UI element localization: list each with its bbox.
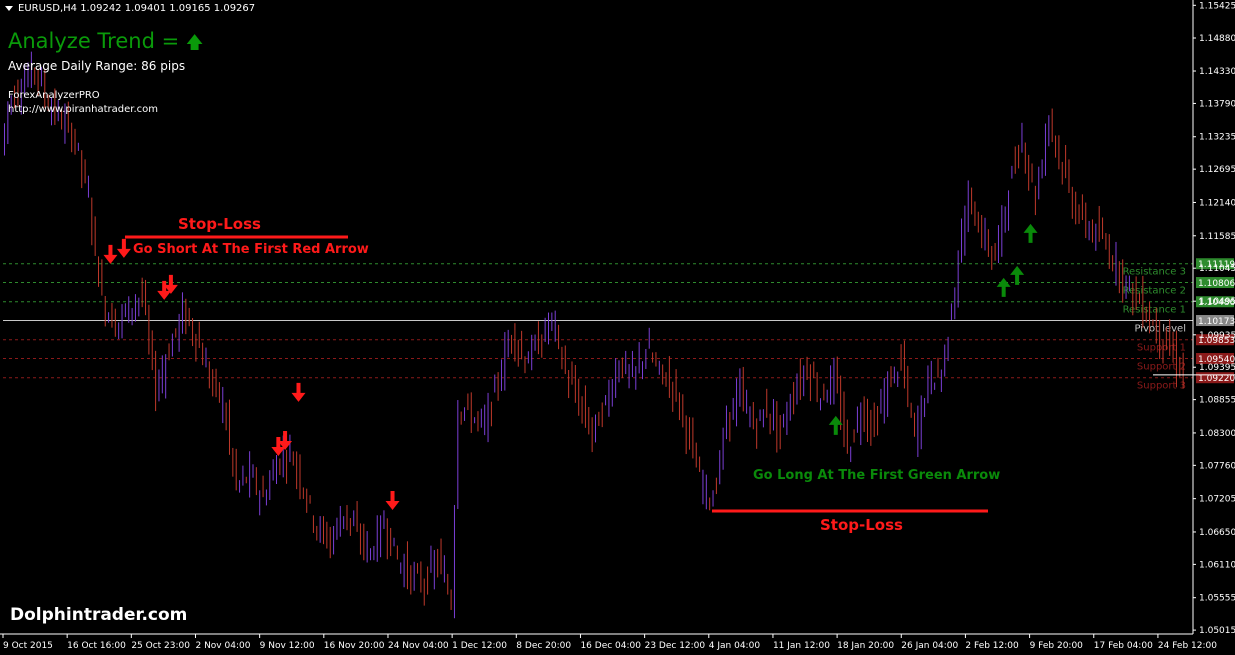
- sell-arrow-icon: [116, 238, 131, 258]
- price-tick-label: 1.06110: [1199, 560, 1235, 570]
- price-tick-label: 1.14330: [1199, 67, 1235, 77]
- time-tick-label: 17 Feb 04:00: [1094, 641, 1153, 651]
- time-tick-label: 26 Jan 04:00: [901, 641, 958, 651]
- time-tick-label: 9 Nov 12:00: [260, 641, 315, 651]
- level-label: Pivot level: [1134, 324, 1186, 335]
- level-price-text: 1.10173: [1198, 317, 1235, 327]
- level-label: Support 1: [1137, 343, 1186, 354]
- level-label: Resistance 1: [1123, 305, 1186, 316]
- chart-window[interactable]: Resistance 3 1.11119 Resistance 2 1.10806 Re…: [0, 0, 1235, 655]
- price-tick-label: 1.15425: [1199, 1, 1235, 11]
- price-tick-label: 1.11045: [1199, 264, 1235, 274]
- chart-menu-triangle-icon[interactable]: [5, 6, 13, 11]
- time-tick-label: 11 Jan 12:00: [773, 641, 830, 651]
- level-label: Resistance 2: [1123, 286, 1186, 297]
- time-tick-label: 2 Feb 12:00: [965, 641, 1019, 651]
- long-entry-label: Go Long At The First Green Arrow: [753, 468, 1001, 483]
- level-label: Support 2: [1137, 362, 1186, 373]
- trend-text: Analyze Trend =: [8, 29, 186, 53]
- time-tick-label: 24 Nov 04:00: [388, 641, 449, 651]
- time-tick-label: 16 Dec 04:00: [580, 641, 641, 651]
- level-label: Support 3: [1137, 381, 1186, 392]
- time-tick-label: 16 Oct 16:00: [67, 641, 126, 651]
- level-price-text: 1.09220: [1198, 374, 1235, 384]
- price-tick-label: 1.10495: [1199, 297, 1235, 307]
- sell-arrow-icon-shape: [103, 244, 118, 264]
- price-chart[interactable]: Resistance 31.11119Resistance 21.10806Re…: [0, 0, 1235, 655]
- trend-label: Analyze Trend = 🡅: [8, 29, 203, 59]
- watermark: Dolphintrader.com: [10, 605, 188, 625]
- sell-arrow-icon: [385, 490, 400, 510]
- sell-arrow-icon-shape: [385, 490, 400, 510]
- indicator-brand: ForexAnalyzerPRO: [8, 90, 100, 101]
- price-tick-label: 1.07205: [1199, 495, 1235, 505]
- price-tick-label: 1.06650: [1199, 528, 1235, 538]
- price-tick-label: 1.12695: [1199, 165, 1235, 175]
- sell-arrow-icon: [103, 244, 118, 264]
- sell-arrow-icon-shape: [116, 238, 131, 258]
- time-tick-label: 1 Dec 12:00: [452, 641, 507, 651]
- average-daily-range: Average Daily Range: 86 pips: [8, 59, 186, 73]
- time-tick-label: 4 Jan 04:00: [709, 641, 761, 651]
- level-price-text: 1.10806: [1198, 279, 1235, 289]
- buy-arrow-icon: [1023, 223, 1038, 243]
- price-tick-label: 1.14880: [1199, 34, 1235, 44]
- price-tick-label: 1.13790: [1199, 99, 1235, 109]
- buy-arrow-icon: [996, 277, 1011, 297]
- price-tick-label: 1.13235: [1199, 133, 1235, 143]
- price-tick-label: 1.05555: [1199, 594, 1235, 604]
- buy-arrow-icon-shape: [996, 277, 1011, 297]
- level-label: Resistance 3: [1123, 267, 1186, 278]
- time-tick-label: 2 Nov 04:00: [195, 641, 250, 651]
- price-tick-label: 1.11585: [1199, 232, 1235, 242]
- time-tick-label: 9 Oct 2015: [3, 641, 53, 651]
- price-tick-label: 1.07760: [1199, 461, 1235, 471]
- price-tick-label: 1.08855: [1199, 396, 1235, 406]
- buy-arrow-icon-shape: [1023, 223, 1038, 243]
- price-tick-label: 1.12140: [1199, 198, 1235, 208]
- time-tick-label: 24 Feb 12:00: [1158, 641, 1217, 651]
- symbol-ohlc-label: EURUSD,H4 1.09242 1.09401 1.09165 1.0926…: [18, 3, 256, 14]
- price-tick-label: 1.05015: [1199, 626, 1235, 636]
- time-tick-label: 23 Dec 12:00: [645, 641, 706, 651]
- indicator-url: http://www.piranhatrader.com: [8, 104, 158, 115]
- sell-arrow-icon: [291, 382, 306, 402]
- time-tick-label: 9 Feb 20:00: [1030, 641, 1084, 651]
- price-tick-label: 1.08300: [1199, 429, 1235, 439]
- time-tick-label: 8 Dec 20:00: [516, 641, 571, 651]
- time-tick-label: 25 Oct 23:00: [131, 641, 190, 651]
- long-stop-loss-label: Stop-Loss: [820, 516, 903, 534]
- time-tick-label: 16 Nov 20:00: [324, 641, 385, 651]
- sell-arrow-icon-shape: [291, 382, 306, 402]
- short-entry-label: Go Short At The First Red Arrow: [133, 242, 369, 257]
- price-tick-label: 1.09395: [1199, 363, 1235, 373]
- price-tick-label: 1.09935: [1199, 331, 1235, 341]
- trend-up-arrow-icon: 🡅: [185, 33, 204, 53]
- short-stop-loss-label: Stop-Loss: [178, 215, 261, 233]
- time-tick-label: 18 Jan 20:00: [837, 641, 894, 651]
